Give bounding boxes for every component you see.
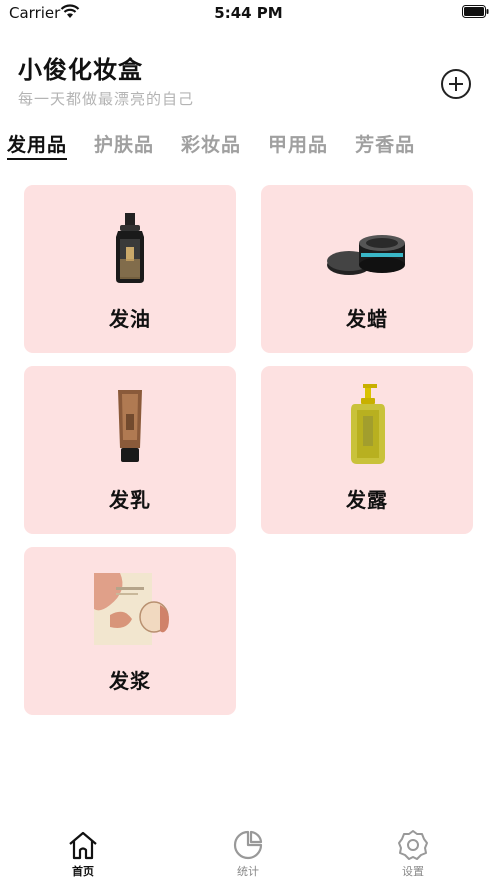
hair-oil-bottle-icon	[116, 213, 144, 283]
product-label: 发油	[109, 307, 151, 331]
product-card-hair-mask[interactable]: 发浆	[24, 547, 236, 715]
tab-makeup[interactable]: 彩妆品	[181, 130, 241, 164]
tab-hair-products[interactable]: 发用品	[7, 130, 68, 164]
battery-icon	[462, 5, 489, 18]
settings-gear-icon	[398, 830, 428, 860]
tab-skincare[interactable]: 护肤品	[94, 130, 154, 164]
pie-chart-icon	[233, 830, 263, 860]
product-card-hair-wax[interactable]: 发蜡	[261, 185, 473, 353]
product-card-hair-oil[interactable]: 发油	[24, 185, 236, 353]
tab-nail-products[interactable]: 甲用品	[268, 130, 328, 164]
hair-mask-pack-icon	[94, 573, 169, 645]
app-subtitle: 每一天都做最漂亮的自己	[18, 90, 195, 108]
bottom-tab-bar: 首页 统计 设置	[0, 823, 497, 883]
home-icon	[69, 831, 97, 860]
tabbar-item-stats[interactable]: 统计	[208, 829, 288, 879]
status-bar: Carrier 5:44 PM	[0, 0, 497, 26]
hair-cream-tube-icon	[118, 390, 142, 462]
tabbar-label: 设置	[402, 865, 424, 878]
tabbar-label: 统计	[237, 865, 259, 878]
product-label: 发露	[346, 488, 388, 512]
app-title: 小俊化妆盒	[18, 56, 143, 84]
tab-fragrance[interactable]: 芳香品	[355, 130, 415, 164]
product-label: 发蜡	[346, 307, 388, 331]
status-time: 5:44 PM	[214, 4, 283, 22]
product-label: 发乳	[109, 488, 151, 512]
tabbar-item-settings[interactable]: 设置	[373, 829, 453, 879]
product-card-hair-lotion[interactable]: 发露	[261, 366, 473, 534]
category-tabs: 发用品 护肤品 彩妆品 甲用品 芳香品	[7, 130, 442, 164]
hair-lotion-pump-icon	[351, 384, 385, 464]
tabbar-label: 首页	[72, 865, 94, 878]
hair-wax-jar-icon	[327, 235, 405, 275]
product-card-hair-cream[interactable]: 发乳	[24, 366, 236, 534]
tabbar-item-home[interactable]: 首页	[43, 829, 123, 879]
plus-circle-icon[interactable]	[440, 68, 472, 100]
product-label: 发浆	[109, 669, 151, 693]
